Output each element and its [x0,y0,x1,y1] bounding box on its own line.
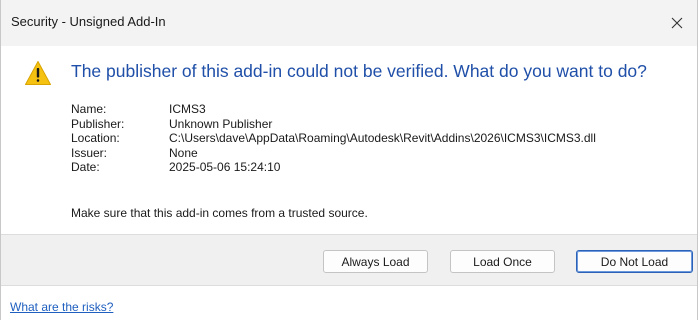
close-icon [671,17,683,29]
detail-value: None [169,145,198,160]
detail-label: Publisher: [71,116,125,131]
addin-details: Name: ICMS3 Publisher: Unknown Publisher… [71,102,596,175]
warning-icon [25,61,51,85]
button-bar: Always Load Load Once Do Not Load [1,234,697,286]
detail-row-issuer: Issuer: None [71,146,596,161]
detail-value: 2025-05-06 15:24:10 [169,160,281,174]
footer: What are the risks? [1,286,697,320]
detail-label: Date: [71,160,100,174]
load-once-button[interactable]: Load Once [450,250,555,273]
detail-row-name: Name: ICMS3 [71,102,596,117]
what-are-the-risks-link[interactable]: What are the risks? [10,300,113,314]
do-not-load-button[interactable]: Do Not Load [576,250,693,273]
headline-message: The publisher of this add-in could not b… [71,61,647,81]
trust-note: Make sure that this add-in comes from a … [71,206,368,220]
close-button[interactable] [657,0,697,46]
unsigned-addin-dialog: Security - Unsigned Add-In The publisher… [0,0,698,320]
detail-value: ICMS3 [169,102,206,116]
detail-row-location: Location: C:\Users\dave\AppData\Roaming\… [71,131,596,146]
detail-value: Unknown Publisher [169,116,273,131]
always-load-button[interactable]: Always Load [323,250,428,273]
detail-row-publisher: Publisher: Unknown Publisher [71,117,596,132]
detail-label: Issuer: [71,145,108,160]
title-bar: Security - Unsigned Add-In [1,0,697,46]
detail-label: Name: [71,102,107,116]
detail-value: C:\Users\dave\AppData\Roaming\Autodesk\R… [169,131,596,145]
window-title: Security - Unsigned Add-In [11,14,166,29]
detail-row-date: Date: 2025-05-06 15:24:10 [71,160,596,175]
detail-label: Location: [71,131,120,145]
